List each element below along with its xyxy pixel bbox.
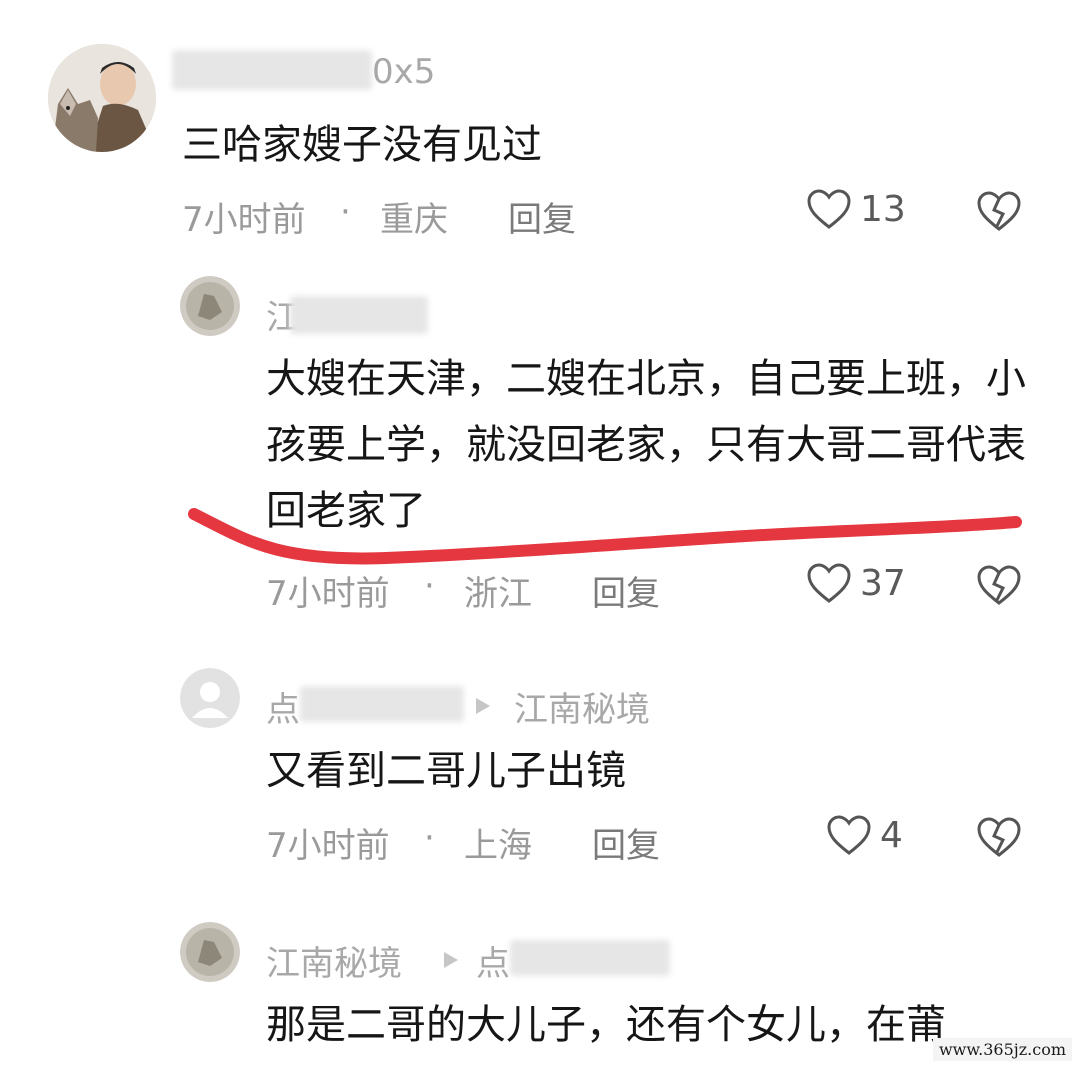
reply-arrow-icon	[476, 698, 490, 714]
reply-to-username[interactable]: 江南秘境	[514, 682, 650, 731]
avatar[interactable]	[180, 668, 240, 728]
meta-separator: ·	[340, 192, 351, 232]
username-redacted	[300, 686, 464, 722]
avatar[interactable]	[180, 922, 240, 982]
broken-heart-icon	[977, 565, 1021, 605]
dislike-button[interactable]	[976, 190, 1022, 236]
heart-icon	[827, 815, 871, 855]
watermark: www.365jz.com	[932, 1038, 1072, 1061]
dislike-button[interactable]	[976, 564, 1022, 610]
username[interactable]: 江南秘境	[266, 936, 402, 985]
username[interactable]: 0x5	[372, 52, 435, 92]
reply-to-username[interactable]: 点	[476, 936, 510, 985]
heart-icon	[807, 189, 851, 229]
default-avatar-icon	[180, 668, 240, 728]
username-redacted	[510, 940, 670, 976]
username[interactable]: 点	[266, 682, 300, 731]
like-button[interactable]: 37	[806, 562, 906, 604]
broken-heart-icon	[977, 817, 1021, 857]
username-redacted	[172, 50, 372, 90]
username-redacted	[290, 296, 428, 334]
comment-location: 浙江	[464, 574, 532, 614]
like-button[interactable]: 4	[826, 814, 903, 856]
avatar[interactable]	[48, 44, 156, 152]
comment-time: 7小时前	[266, 574, 390, 614]
like-count: 13	[860, 188, 906, 230]
comment-text: 又看到二哥儿子出镜	[266, 748, 626, 794]
like-count: 37	[860, 562, 906, 604]
like-count: 4	[880, 814, 903, 856]
reply-arrow-icon	[444, 952, 458, 968]
comment-location: 上海	[464, 826, 532, 866]
meta-separator: ·	[424, 818, 435, 858]
heart-icon	[807, 563, 851, 603]
comment-time: 7小时前	[182, 200, 306, 240]
comment-time: 7小时前	[266, 826, 390, 866]
coin-avatar-image	[180, 922, 240, 982]
broken-heart-icon	[977, 191, 1021, 231]
avatar-photo	[48, 44, 156, 152]
dislike-button[interactable]	[976, 816, 1022, 862]
meta-separator: ·	[424, 566, 435, 606]
avatar[interactable]	[180, 276, 240, 336]
comment-location: 重庆	[380, 200, 448, 240]
comment-text: 三哈家嫂子没有见过	[182, 122, 542, 168]
coin-avatar-image	[180, 276, 240, 336]
like-button[interactable]: 13	[806, 188, 906, 230]
reply-button[interactable]: 回复	[508, 192, 576, 241]
reply-button[interactable]: 回复	[592, 566, 660, 615]
reply-button[interactable]: 回复	[592, 818, 660, 867]
